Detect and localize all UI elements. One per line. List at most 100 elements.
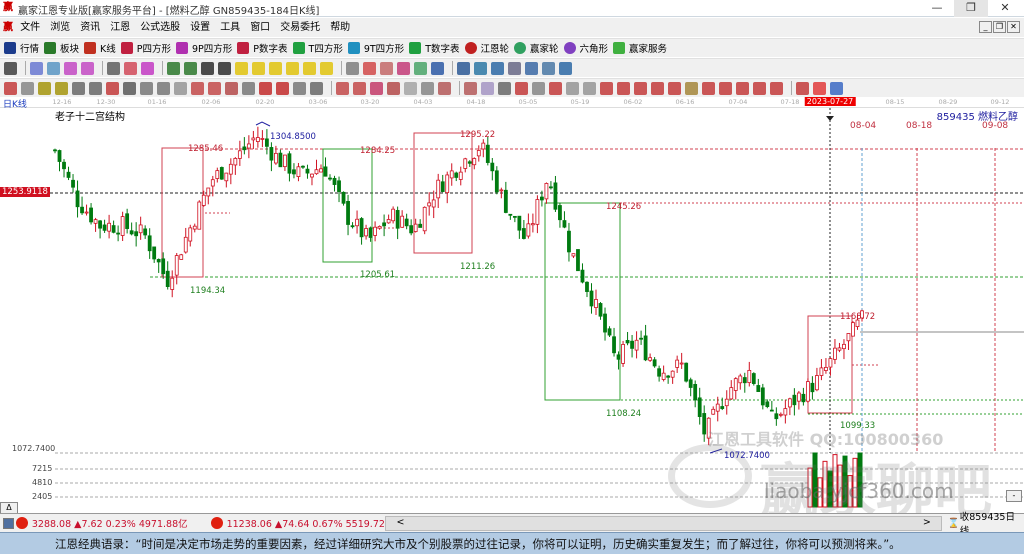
menu-item[interactable]: 江恩: [105, 18, 135, 37]
tool-icon[interactable]: [566, 81, 579, 95]
mdi-close-button[interactable]: ✕: [1007, 21, 1020, 33]
menu-item[interactable]: 帮助: [325, 18, 355, 37]
tool-icon[interactable]: [293, 81, 306, 95]
tool-icon[interactable]: [753, 81, 766, 95]
tool-icon[interactable]: [124, 61, 137, 75]
tool-icon[interactable]: [55, 81, 68, 95]
tool-icon[interactable]: [89, 81, 102, 95]
toolbar-button[interactable]: P四方形: [120, 41, 171, 55]
tool-icon[interactable]: [218, 61, 231, 75]
tool-icon[interactable]: [286, 61, 299, 75]
tool-icon[interactable]: [167, 61, 180, 75]
tool-icon[interactable]: [141, 61, 154, 75]
tool-icon[interactable]: [600, 81, 613, 95]
toolbar-button[interactable]: 9P四方形: [176, 41, 232, 55]
menu-item[interactable]: 公式选股: [135, 18, 185, 37]
tool-icon[interactable]: [457, 61, 470, 75]
minimize-button[interactable]: —: [920, 0, 954, 17]
tool-icon[interactable]: [668, 81, 681, 95]
tool-icon[interactable]: [583, 81, 596, 95]
tool-icon[interactable]: [269, 61, 282, 75]
toolbar-button[interactable]: 江恩轮: [464, 41, 509, 55]
tool-icon[interactable]: [21, 81, 34, 95]
tool-icon[interactable]: [303, 61, 316, 75]
tool-icon[interactable]: [431, 61, 444, 75]
menu-item[interactable]: 窗口: [245, 18, 275, 37]
tool-icon[interactable]: [719, 81, 732, 95]
tool-icon[interactable]: [651, 81, 664, 95]
menu-item[interactable]: 浏览: [45, 18, 75, 37]
tool-icon[interactable]: [346, 61, 359, 75]
tool-icon[interactable]: [276, 81, 289, 95]
tool-icon[interactable]: [363, 61, 376, 75]
tool-icon[interactable]: [106, 81, 119, 95]
tool-icon[interactable]: [380, 61, 393, 75]
toolbar-button[interactable]: 板块: [44, 41, 79, 55]
tool-icon[interactable]: [617, 81, 630, 95]
tool-icon[interactable]: [387, 81, 400, 95]
tool-icon[interactable]: [397, 61, 410, 75]
tool-icon[interactable]: [421, 81, 434, 95]
tool-icon[interactable]: [81, 61, 94, 75]
toolbar-button[interactable]: K线: [84, 41, 116, 55]
tool-icon[interactable]: [404, 81, 417, 95]
toolbar-button[interactable]: T数字表: [409, 41, 460, 55]
tool-icon[interactable]: [259, 81, 272, 95]
tool-icon[interactable]: [208, 81, 221, 95]
tool-icon[interactable]: [525, 61, 538, 75]
tool-icon[interactable]: [4, 61, 17, 75]
tool-icon[interactable]: [123, 81, 136, 95]
tool-icon[interactable]: [64, 61, 77, 75]
tool-icon[interactable]: [474, 61, 487, 75]
tool-icon[interactable]: [796, 81, 809, 95]
toolbar-button[interactable]: T四方形: [292, 41, 343, 55]
tool-icon[interactable]: [72, 81, 85, 95]
close-button[interactable]: ✕: [988, 0, 1022, 17]
tool-icon[interactable]: [508, 61, 521, 75]
tool-icon[interactable]: [191, 81, 204, 95]
tool-icon[interactable]: [481, 81, 494, 95]
tool-icon[interactable]: [438, 81, 451, 95]
tool-icon[interactable]: [30, 61, 43, 75]
toolbar-button[interactable]: 赢家轮: [514, 41, 559, 55]
tool-icon[interactable]: [813, 81, 826, 95]
tool-icon[interactable]: [414, 61, 427, 75]
tool-icon[interactable]: [353, 81, 366, 95]
horizontal-scrollbar[interactable]: < >: [385, 515, 942, 531]
tool-icon[interactable]: [549, 81, 562, 95]
tool-icon[interactable]: [336, 81, 349, 95]
tool-icon[interactable]: [242, 81, 255, 95]
tool-icon[interactable]: [491, 61, 504, 75]
tool-icon[interactable]: [47, 61, 60, 75]
tool-icon[interactable]: [685, 81, 698, 95]
tool-icon[interactable]: [38, 81, 51, 95]
tool-icon[interactable]: [225, 81, 238, 95]
menu-item[interactable]: 设置: [185, 18, 215, 37]
tool-icon[interactable]: [174, 81, 187, 95]
tool-icon[interactable]: [830, 81, 843, 95]
kline-chart[interactable]: 老子十二宫结构 859435 燃料乙醇 1253.9118 1072.7400 …: [0, 108, 1024, 525]
tool-icon[interactable]: [320, 61, 333, 75]
mdi-minimize-button[interactable]: _: [979, 21, 992, 33]
toolbar-button[interactable]: 六角形: [563, 41, 608, 55]
tool-icon[interactable]: [107, 61, 120, 75]
tool-icon[interactable]: [634, 81, 647, 95]
tool-icon[interactable]: [559, 61, 572, 75]
tool-icon[interactable]: [235, 61, 248, 75]
tool-icon[interactable]: [736, 81, 749, 95]
toolbar-button[interactable]: 赢家服务: [613, 41, 667, 55]
tool-icon[interactable]: [542, 61, 555, 75]
tool-icon[interactable]: [498, 81, 511, 95]
toolbar-button[interactable]: P数字表: [237, 41, 288, 55]
tool-icon[interactable]: [532, 81, 545, 95]
tool-icon[interactable]: [157, 81, 170, 95]
tool-icon[interactable]: [515, 81, 528, 95]
menu-item[interactable]: 工具: [215, 18, 245, 37]
tool-icon[interactable]: [370, 81, 383, 95]
scroll-left-button[interactable]: <: [396, 517, 404, 530]
toolbar-button[interactable]: 9T四方形: [347, 41, 404, 55]
mdi-restore-button[interactable]: ❐: [993, 21, 1006, 33]
tool-icon[interactable]: [310, 81, 323, 95]
tool-icon[interactable]: [252, 61, 265, 75]
menu-item[interactable]: 资讯: [75, 18, 105, 37]
